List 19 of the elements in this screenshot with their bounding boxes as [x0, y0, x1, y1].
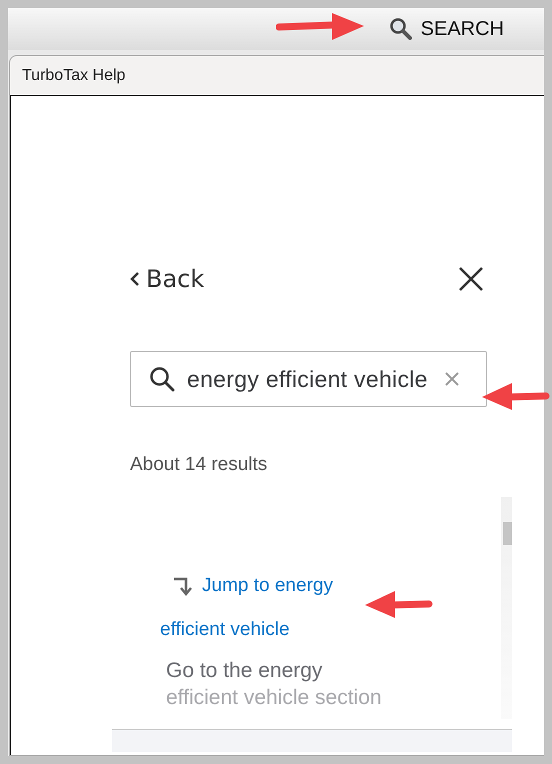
back-button[interactable]: Back	[130, 265, 204, 293]
annotation-arrow-icon	[276, 12, 366, 42]
close-button[interactable]	[457, 265, 485, 293]
window-title: TurboTax Help	[21, 66, 126, 86]
results-count: About 14 results	[130, 454, 268, 476]
chevron-left-icon	[130, 271, 140, 287]
result-link[interactable]: Jump to energy	[172, 575, 333, 597]
annotation-arrow-icon	[363, 590, 433, 620]
result-description: efficient vehicle section	[166, 685, 382, 711]
search-icon	[388, 17, 413, 41]
search-link[interactable]: SEARCH	[388, 17, 504, 41]
search-icon	[149, 366, 175, 392]
annotation-arrow-icon	[480, 382, 550, 412]
jump-arrow-icon	[172, 576, 194, 596]
result-description: Go to the energy	[166, 658, 322, 684]
result-link[interactable]: efficient vehicle	[160, 619, 290, 641]
scrollbar[interactable]	[501, 497, 512, 719]
clear-icon[interactable]	[444, 371, 460, 387]
search-field[interactable]: energy efficient vehicle	[130, 351, 487, 407]
